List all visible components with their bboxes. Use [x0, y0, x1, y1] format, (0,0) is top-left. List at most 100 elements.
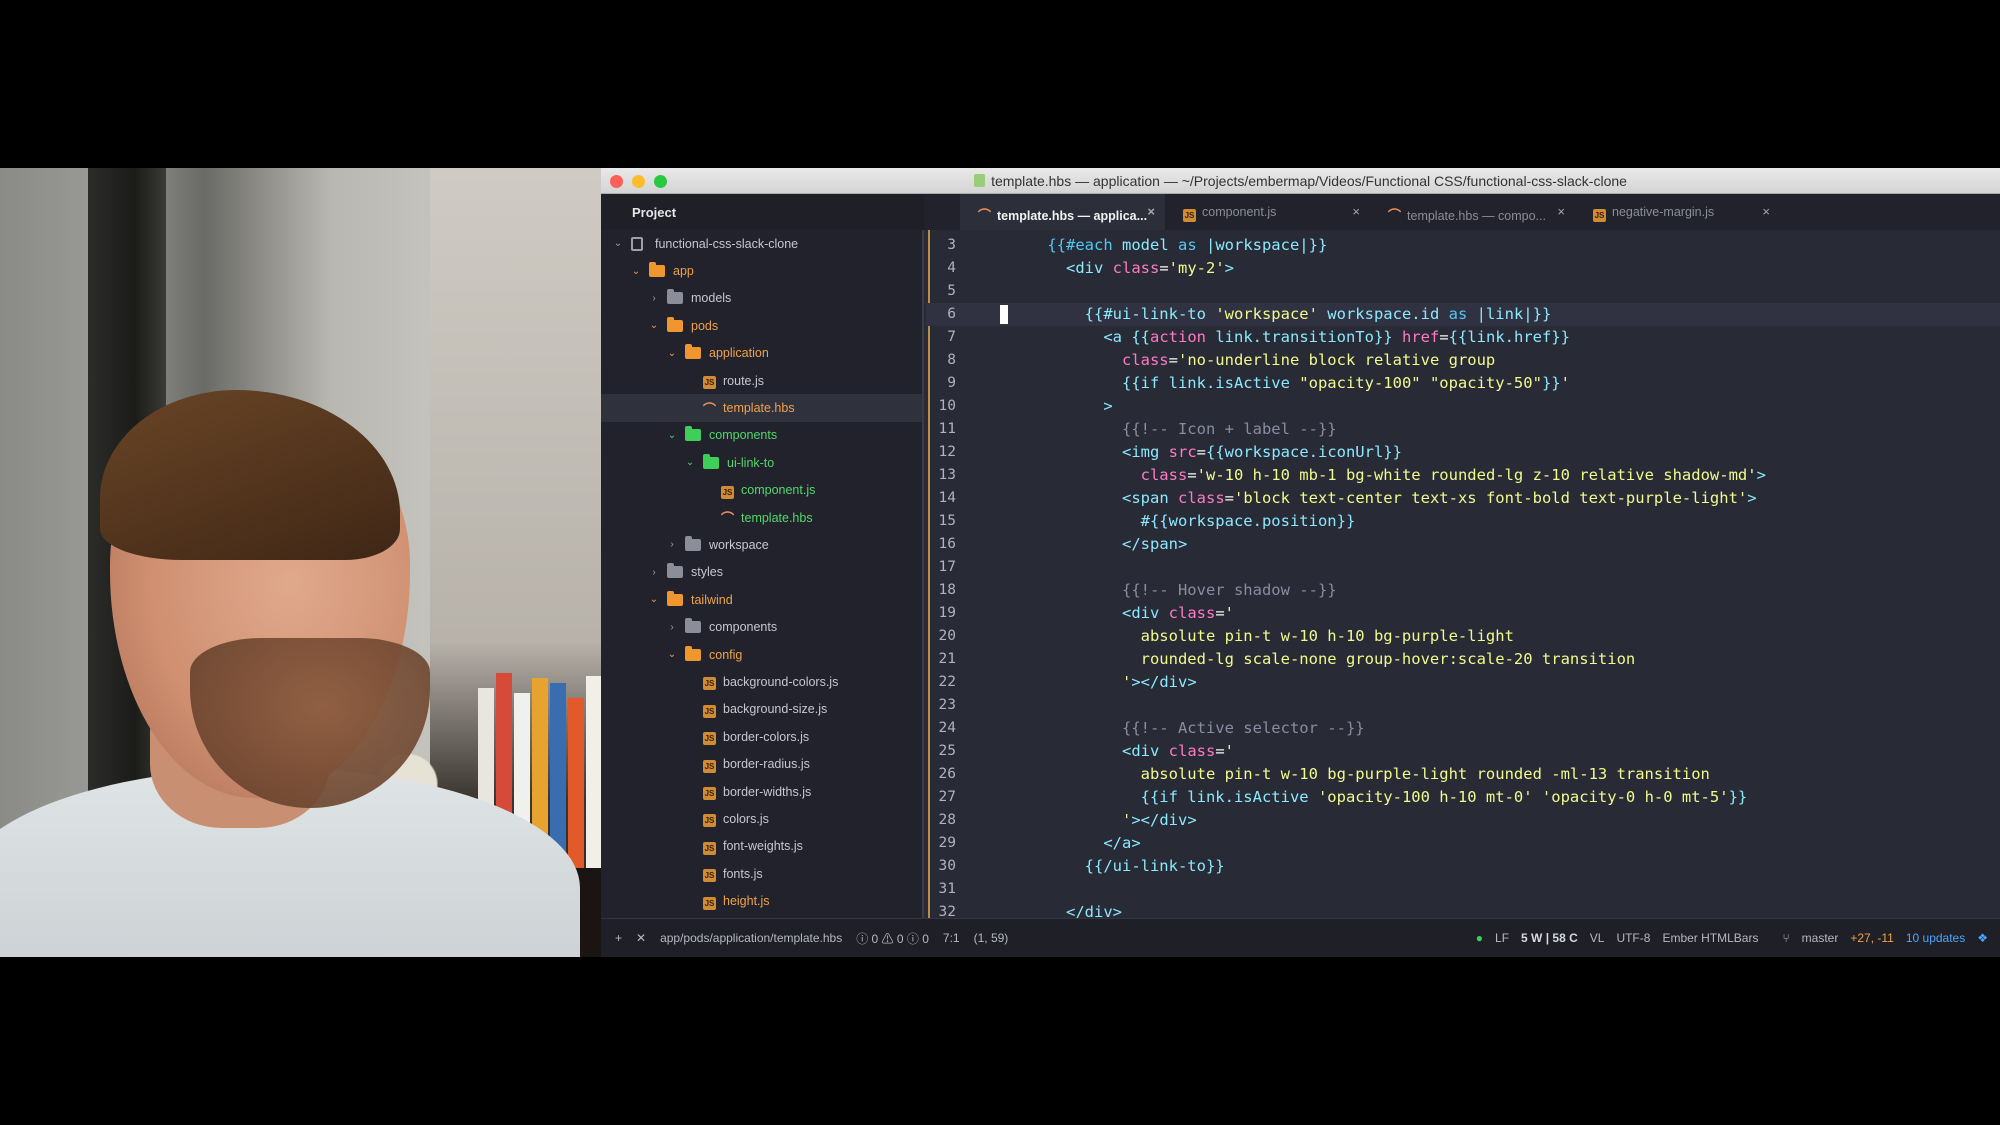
tree-item[interactable]: ⌄ tailwind	[601, 586, 922, 613]
tree-item[interactable]: JS route.js	[601, 367, 922, 394]
tab-label: template.hbs — compo...	[1407, 209, 1546, 223]
tree-item[interactable]: › components	[601, 613, 922, 640]
line-number: 18	[938, 582, 956, 598]
code-token: div	[1159, 673, 1188, 691]
code-line: 9 {{if link.isActive "opacity-100" "opac…	[926, 372, 2000, 395]
file-path[interactable]: app/pods/application/template.hbs	[660, 931, 842, 945]
add-icon[interactable]: +	[615, 931, 622, 945]
grammar[interactable]: Ember HTMLBars	[1662, 931, 1758, 945]
line-number: 26	[938, 766, 956, 782]
tab-close-icon[interactable]: ×	[1147, 204, 1155, 219]
code-token: div	[1084, 903, 1113, 918]
editor-tabs: ⌒ template.hbs — applica... × JS component.j…	[924, 194, 2000, 230]
tab-1[interactable]: JS component.js ×	[1165, 194, 1370, 230]
tab-close-icon[interactable]: ×	[1762, 204, 1770, 219]
tree-item[interactable]: JS fonts.js	[601, 860, 922, 887]
tree-item[interactable]: JS border-colors.js	[601, 723, 922, 750]
tree-item[interactable]: ⌄ application	[601, 340, 922, 367]
code-token: {{!-- Active selector --}}	[1010, 719, 1365, 737]
tree-item-label: colors.js	[723, 811, 769, 826]
line-number: 23	[938, 697, 956, 713]
code-line: 19 <div class='	[926, 602, 2000, 625]
tree-item[interactable]: JS height.js	[601, 887, 922, 914]
code-token: class	[1010, 351, 1169, 369]
maximize-window-button[interactable]	[654, 175, 667, 188]
line-number: 15	[938, 513, 956, 529]
tree-item[interactable]: JS background-colors.js	[601, 668, 922, 695]
line-ending[interactable]: LF	[1495, 931, 1509, 945]
tree-item-label: config	[709, 647, 743, 662]
bird-icon[interactable]: ❖	[1977, 931, 1988, 945]
close-window-button[interactable]	[610, 175, 623, 188]
code-token: "opacity-100" "opacity-50"	[1299, 374, 1542, 392]
code-line: 3 {{#each model as |workspace|}}	[926, 234, 2000, 257]
tree-item[interactable]: JS component.js	[601, 477, 922, 504]
js-file-icon: JS	[703, 704, 716, 718]
tree-item[interactable]: JS font-weights.js	[601, 833, 922, 860]
folder-open-icon	[667, 316, 683, 332]
code-token: '	[1010, 811, 1132, 829]
code-token: rounded-lg scale-none group-hover:scale-…	[1010, 650, 1636, 668]
tab-2[interactable]: ⌒ template.hbs — compo... ×	[1370, 194, 1575, 230]
line-number: 27	[938, 789, 956, 805]
folder-icon	[685, 618, 701, 634]
tab-0[interactable]: ⌒ template.hbs — applica... ×	[960, 194, 1165, 230]
tree-item[interactable]: ⌄ app	[601, 257, 922, 284]
chevron-down-icon: ⌄	[613, 238, 623, 250]
tab-3[interactable]: JS negative-margin.js ×	[1575, 194, 1780, 230]
tree-item-label: route.js	[723, 373, 764, 388]
encoding[interactable]: UTF-8	[1616, 931, 1650, 945]
tab-close-icon[interactable]: ×	[1557, 204, 1565, 219]
line-number: 31	[938, 881, 956, 897]
code-line: 5	[926, 280, 2000, 303]
tree-item[interactable]: ⌄ functional-css-slack-clone	[601, 230, 922, 257]
code-token: </	[1010, 834, 1122, 852]
close-icon[interactable]: ✕	[636, 931, 646, 945]
tree-item-label: fonts.js	[723, 866, 763, 881]
code-token: <	[1010, 604, 1132, 622]
diagnostics-count[interactable]: ⓘ 0 ⚠ 0 ⓘ 0	[856, 930, 929, 947]
code-token: =	[1215, 742, 1225, 760]
vl-indicator[interactable]: VL	[1590, 931, 1605, 945]
code-editor[interactable]: 3 {{#each model as |workspace|}} 4 <div c…	[926, 230, 2000, 918]
handlebars-file-icon: ⌒	[721, 511, 735, 527]
line-code: <span class='block text-center text-xs f…	[1010, 487, 1757, 510]
code-token: '	[1010, 673, 1132, 691]
minimize-window-button[interactable]	[632, 175, 645, 188]
project-panel-label: Project	[632, 205, 677, 220]
code-token: |link|}}	[1467, 305, 1552, 323]
tree-item[interactable]: ⌄ config	[601, 641, 922, 668]
code-token: {{!-- Icon + label --}}	[1010, 420, 1337, 438]
package-updates[interactable]: 10 updates	[1906, 931, 1965, 945]
code-line: 13 class='w-10 h-10 mb-1 bg-white rounde…	[926, 464, 2000, 487]
cursor-position[interactable]: 7:1	[943, 931, 960, 945]
code-token: 'workspace'	[1215, 305, 1318, 323]
tab-close-icon[interactable]: ×	[1352, 204, 1360, 219]
tree-item[interactable]: JS background-size.js	[601, 696, 922, 723]
window-title: template.hbs — application — ~/Projects/…	[991, 172, 1627, 189]
text-cursor	[1000, 305, 1008, 324]
folder-open-icon	[703, 453, 719, 469]
tree-item-label: font-weights.js	[723, 839, 803, 854]
git-branch[interactable]: ⑂ master	[1770, 931, 1838, 945]
code-token: =	[1187, 466, 1197, 484]
line-number: 25	[938, 743, 956, 759]
tree-item[interactable]: ⌒ template.hbs	[601, 394, 922, 422]
chevron-down-icon: ⌄	[649, 594, 659, 606]
code-token: absolute pin-t w-10 h-10 bg-purple-light	[1010, 627, 1514, 645]
tree-item[interactable]: ⌄ ui-link-to	[601, 449, 922, 476]
folder-icon	[667, 563, 683, 579]
tree-item[interactable]: ⌒ template.hbs	[601, 504, 922, 531]
tree-item[interactable]: JS colors.js	[601, 805, 922, 832]
tree-item[interactable]: ⌄ components	[601, 422, 922, 449]
git-diff-stats[interactable]: +27, -11	[1850, 931, 1893, 945]
tree-item[interactable]: ⌄ pods	[601, 312, 922, 339]
project-panel-tab[interactable]: Project	[601, 194, 924, 230]
tree-item[interactable]: JS border-widths.js	[601, 778, 922, 805]
tree-item[interactable]: › styles	[601, 559, 922, 586]
tree-item[interactable]: JS border-radius.js	[601, 750, 922, 777]
tree-item[interactable]: › workspace	[601, 531, 922, 558]
tree-item[interactable]: › models	[601, 285, 922, 312]
code-line: 4 <div class='my-2'>	[926, 257, 2000, 280]
